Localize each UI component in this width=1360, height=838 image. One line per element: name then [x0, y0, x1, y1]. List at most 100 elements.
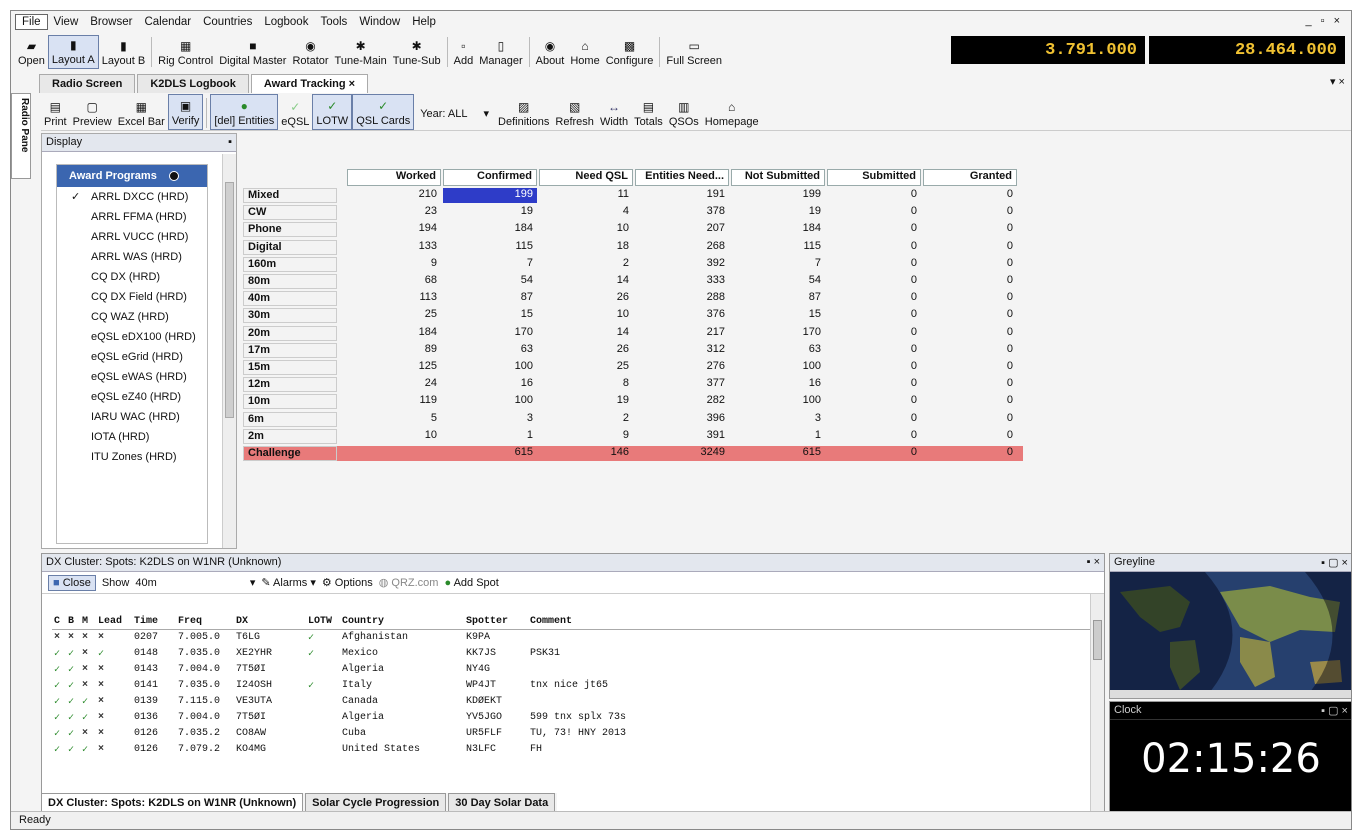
grid-cell[interactable]: 125: [347, 360, 441, 375]
column-header[interactable]: Worked: [347, 169, 441, 186]
award-program-item[interactable]: CQ WAZ (HRD): [57, 307, 207, 327]
spot-row[interactable]: ✓ ✓ ✓ × 0139 7.115.0 VE3UTA Canada KDØEKT: [52, 694, 1092, 710]
preview-button[interactable]: ▢ Preview: [70, 94, 115, 130]
grid-cell[interactable]: 87: [443, 291, 537, 306]
manager-button[interactable]: ▯ Manager: [476, 35, 525, 69]
close-button[interactable]: ■ Close: [48, 574, 96, 591]
grid-cell[interactable]: 10: [347, 429, 441, 444]
grid-cell[interactable]: 0: [827, 394, 921, 409]
grid-cell[interactable]: 0: [923, 257, 1017, 272]
tune-sub-button[interactable]: ✱ Tune-Sub: [390, 35, 444, 69]
menu-view[interactable]: View: [48, 16, 85, 28]
rig-control-button[interactable]: ▦ Rig Control: [155, 35, 216, 69]
grid-cell[interactable]: 377: [635, 377, 729, 392]
grid-cell[interactable]: 7: [731, 257, 825, 272]
home-button[interactable]: ⌂ Home: [567, 35, 602, 69]
pin-icon[interactable]: ▪: [228, 136, 232, 149]
open-button[interactable]: ▰ Open: [15, 35, 48, 69]
row-label[interactable]: 10m: [243, 394, 337, 410]
grid-cell[interactable]: 396: [635, 412, 729, 427]
spots-column-header[interactable]: Time: [134, 616, 158, 627]
row-label[interactable]: 40m: [243, 291, 337, 307]
eqsl-button[interactable]: ✓ eQSL: [278, 94, 312, 130]
grid-cell[interactable]: 184: [347, 326, 441, 341]
qsl-cards-button[interactable]: ✓ QSL Cards: [352, 94, 415, 130]
row-label[interactable]: Mixed: [243, 188, 337, 203]
display-scrollbar[interactable]: [222, 154, 236, 548]
award-program-item[interactable]: ✓ ARRL DXCC (HRD): [57, 187, 207, 207]
row-label[interactable]: 15m: [243, 360, 337, 375]
year-select[interactable]: Year: ALL ▾: [414, 107, 495, 130]
menu-file[interactable]: File: [15, 14, 48, 30]
grid-cell[interactable]: 100: [731, 360, 825, 375]
pane-controls-icon[interactable]: ▪ ▢ ×: [1321, 704, 1348, 717]
spots-column-header[interactable]: C: [54, 616, 60, 627]
grid-cell[interactable]: 10: [539, 222, 633, 237]
grid-cell[interactable]: 0: [923, 240, 1017, 255]
grid-cell[interactable]: 9: [539, 429, 633, 444]
grid-cell[interactable]: 10: [539, 308, 633, 323]
configure-button[interactable]: ▩ Configure: [603, 35, 657, 69]
grid-cell[interactable]: 0: [827, 360, 921, 375]
award-program-item[interactable]: ARRL WAS (HRD): [57, 247, 207, 267]
grid-cell[interactable]: 378: [635, 205, 729, 220]
row-label[interactable]: 6m: [243, 411, 337, 427]
row-label[interactable]: CW: [243, 205, 337, 221]
close-tab-icon[interactable]: ×: [349, 78, 355, 90]
grid-cell[interactable]: 0: [923, 429, 1017, 444]
grid-cell[interactable]: 89: [347, 343, 441, 358]
grid-cell[interactable]: 288: [635, 291, 729, 306]
grid-cell[interactable]: 0: [923, 291, 1017, 306]
grid-cell[interactable]: 24: [347, 377, 441, 392]
grid-cell[interactable]: 19: [443, 205, 537, 220]
add-spot-button[interactable]: ● Add Spot: [444, 577, 498, 589]
tab-solar-cycle[interactable]: Solar Cycle Progression: [305, 793, 447, 813]
tab-radio-screen[interactable]: Radio Screen: [39, 74, 136, 93]
menu-countries[interactable]: Countries: [197, 16, 258, 28]
grid-cell[interactable]: 0: [923, 360, 1017, 375]
spots-column-header[interactable]: Lead: [98, 616, 122, 627]
grid-cell[interactable]: 15: [731, 308, 825, 323]
grid-cell[interactable]: 19: [731, 205, 825, 220]
grid-cell[interactable]: 0: [827, 377, 921, 392]
award-program-item[interactable]: eQSL eWAS (HRD): [57, 367, 207, 387]
grid-cell[interactable]: 0: [923, 446, 1017, 461]
award-program-item[interactable]: ITU Zones (HRD): [57, 447, 207, 467]
definitions-button[interactable]: ▨ Definitions: [495, 94, 552, 130]
grid-cell[interactable]: 207: [635, 222, 729, 237]
spots-column-header[interactable]: Comment: [530, 616, 572, 627]
grid-cell[interactable]: 100: [443, 360, 537, 375]
scroll-thumb[interactable]: [1093, 620, 1102, 660]
grid-cell[interactable]: 26: [539, 291, 633, 306]
grid-cell[interactable]: 282: [635, 394, 729, 409]
tab-solar-data[interactable]: 30 Day Solar Data: [448, 793, 556, 813]
add-button[interactable]: ▫ Add: [451, 35, 477, 69]
grid-cell[interactable]: 3: [443, 412, 537, 427]
menu-tools[interactable]: Tools: [314, 16, 353, 28]
spots-column-header[interactable]: Spotter: [466, 616, 508, 627]
digital-master-button[interactable]: ■ Digital Master: [216, 35, 289, 69]
grid-cell[interactable]: 0: [827, 446, 921, 461]
column-header[interactable]: Entities Need...: [635, 169, 729, 186]
grid-cell[interactable]: 2: [539, 257, 633, 272]
grid-cell[interactable]: 0: [827, 308, 921, 323]
grid-cell[interactable]: 276: [635, 360, 729, 375]
grid-cell[interactable]: 4: [539, 205, 633, 220]
grid-cell[interactable]: 0: [923, 377, 1017, 392]
verify-button[interactable]: ▣ Verify: [167, 94, 204, 130]
grid-cell[interactable]: 391: [635, 429, 729, 444]
refresh-button[interactable]: ▧ Refresh: [552, 94, 597, 130]
spots-column-header[interactable]: Country: [342, 616, 384, 627]
grid-cell[interactable]: 19: [539, 394, 633, 409]
row-label[interactable]: 12m: [243, 377, 337, 393]
grid-cell[interactable]: 0: [827, 412, 921, 427]
grid-cell[interactable]: 0: [827, 205, 921, 220]
scroll-thumb[interactable]: [225, 182, 234, 418]
grid-cell[interactable]: 115: [731, 240, 825, 255]
grid-cell[interactable]: 8: [539, 377, 633, 392]
grid-cell[interactable]: 0: [827, 291, 921, 306]
grid-cell[interactable]: 0: [923, 326, 1017, 341]
grid-cell[interactable]: 312: [635, 343, 729, 358]
grid-cell[interactable]: 333: [635, 274, 729, 289]
grid-cell[interactable]: 26: [539, 343, 633, 358]
